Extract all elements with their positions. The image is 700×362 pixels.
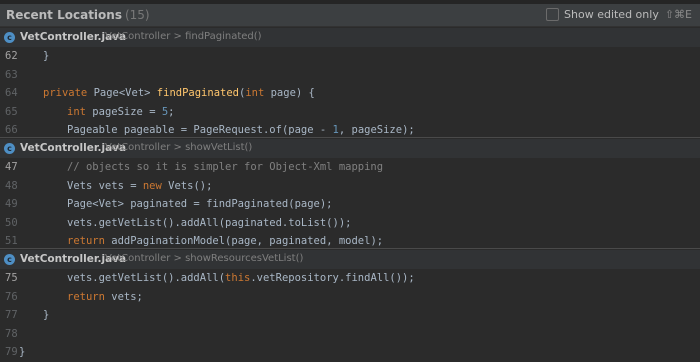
code-text: int pageSize = 5; [67,103,175,122]
java-class-icon: c [4,32,15,43]
code-token: page) { [270,87,315,99]
code-snippet[interactable]: 75 vets.getVetList().addAll(this.vetRepos… [0,269,700,362]
popup-title: Recent Locations (15) [6,8,150,22]
code-token: findPaginated [156,87,239,99]
code-token: int [245,87,271,99]
code-token: of [269,124,282,136]
code-token: Page<Vet> [93,87,157,99]
code-line: 48 Vets vets = new Vets(); [0,177,700,196]
line-number: 75 [5,272,18,284]
line-number: 65 [5,105,18,118]
code-token: .vetRepository.findAll()); [250,272,415,284]
java-class-icon: c [4,143,15,154]
code-text: } [43,306,49,325]
line-number: 48 [5,179,18,192]
line-number: 64 [5,87,18,99]
location-separator [0,137,700,138]
popup-header: Recent Locations (15) Show edited only ⇧⌘… [0,4,700,27]
line-number: 77 [5,309,18,321]
code-line: 65 int pageSize = 5; [0,103,700,122]
show-edited-only-option[interactable]: Show edited only ⇧⌘E [546,8,692,21]
code-line: 47 // objects so it is simpler for Object… [0,158,700,177]
code-line: 77} [0,306,700,325]
code-token: return [67,290,112,303]
line-number: 47 [5,161,18,173]
location-count: (15) [124,8,150,22]
code-line: 75 vets.getVetList().addAll(this.vetRepos… [0,269,700,288]
code-line: 63 [0,66,700,85]
code-token: addPaginationModel(page, paginated, mode… [111,235,384,247]
code-token: Vets vets = [67,179,143,192]
line-number: 50 [5,216,18,229]
location-breadcrumb: VetController > showResourcesVetList() [105,253,304,264]
code-line: 78 [0,325,700,344]
location-separator [0,248,700,249]
code-text: return vets; [67,288,143,307]
code-token: } [43,309,50,321]
code-text: Vets vets = new Vets(); [67,177,212,196]
code-token: new [142,179,169,192]
code-token: int [67,105,93,118]
code-token: vets; [111,290,143,303]
code-snippet[interactable]: 62} 63 64 private Page<Vet> findPaginated(i… [0,47,700,140]
code-text: Page<Vet> paginated = findPaginated(page… [67,195,333,214]
code-text: private Page<Vet> findPaginated(int page… [43,84,315,103]
code-token: ; [168,105,175,118]
code-token: } [43,50,50,62]
code-token: private [43,87,94,99]
code-token: vets.getVetList().addAll(paginated.toLis… [67,216,352,229]
code-text: // objects so it is simpler for Object-X… [67,158,383,177]
code-token: return [67,235,112,247]
show-edited-only-checkbox[interactable] [546,8,560,21]
code-text: } [19,343,25,362]
line-number: 78 [5,327,18,340]
code-text: } [43,47,49,66]
line-number: 49 [5,198,18,210]
code-line: 64 private Page<Vet> findPaginated(int pa… [0,84,700,103]
line-number: 62 [5,50,18,62]
line-number: 76 [5,290,18,303]
show-edited-only-label: Show edited only [564,8,659,21]
location-breadcrumb: VetController > findPaginated() [105,31,262,42]
code-token: // objects so it is simpler for Object-X… [67,161,384,173]
code-token: Vets(); [168,179,213,192]
code-token: , pageSize); [338,124,415,136]
code-token: this [225,272,251,284]
code-line: 76 return vets; [0,288,700,307]
java-class-icon: c [4,254,15,265]
code-text: vets.getVetList().addAll(paginated.toLis… [67,214,351,233]
popup-title-text: Recent Locations [6,8,122,22]
code-token: Page<Vet> paginated = findPaginated(page… [67,198,333,210]
code-line: 49 Page<Vet> paginated = findPaginated(pa… [0,195,700,214]
code-line: 62} [0,47,700,66]
code-snippet[interactable]: 47 // objects so it is simpler for Object… [0,158,700,251]
code-token: } [19,346,26,358]
location-header[interactable]: c VetController.java VetController > findP… [0,28,700,47]
location-breadcrumb: VetController > showVetList() [105,142,253,153]
code-line: 50 vets.getVetList().addAll(paginated.toL… [0,214,700,233]
code-token: vets.getVetList().addAll( [67,272,226,284]
line-number: 63 [5,68,18,81]
code-token: pageSize = [92,105,162,118]
shortcut-hint: ⇧⌘E [664,8,692,21]
code-line: 79} [0,343,700,362]
code-text: vets.getVetList().addAll(this.vetReposit… [67,269,415,288]
location-header[interactable]: c VetController.java VetController > showR… [0,250,700,269]
code-token: (page - [281,124,333,136]
location-header[interactable]: c VetController.java VetController > showV… [0,139,700,158]
code-token: Pageable pageable = PageRequest. [67,124,270,136]
